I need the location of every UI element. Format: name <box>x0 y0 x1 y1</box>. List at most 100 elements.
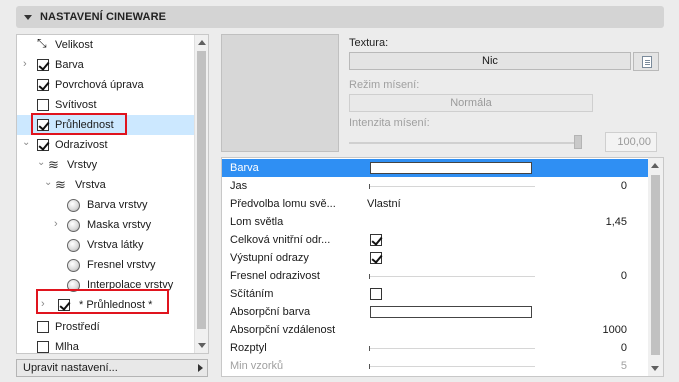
property-row-jas[interactable]: Jas 0 <box>222 177 649 195</box>
property-name: Barva <box>230 162 259 174</box>
property-slider[interactable] <box>369 184 535 189</box>
property-value[interactable]: 1,45 <box>606 216 627 228</box>
tree-item-vrstva[interactable]: ⌄ ≋ Vrstva <box>17 175 195 195</box>
section-header[interactable]: NASTAVENÍ CINEWARE <box>16 6 664 28</box>
tree-item-label: Prostředí <box>55 321 100 333</box>
property-row-vystupni-odrazy[interactable]: Výstupní odrazy <box>222 249 649 267</box>
tree-item-label: Velikost <box>55 39 93 51</box>
property-slider[interactable] <box>369 364 535 369</box>
tree-item-svitivost[interactable]: Svítivost <box>17 95 195 115</box>
property-row-absorpcni-vzdalenost[interactable]: Absorpční vzdálenost 1000 <box>222 321 649 339</box>
property-row-predvolba-lomu[interactable]: Předvolba lomu svě... Vlastní <box>222 195 649 213</box>
property-value[interactable]: 1000 <box>603 324 627 336</box>
edit-settings-button[interactable]: Upravit nastavení... <box>16 359 208 377</box>
chevron-down-icon[interactable]: ⌄ <box>44 178 52 188</box>
checkbox[interactable] <box>37 341 49 353</box>
property-slider[interactable] <box>369 346 535 351</box>
tree-item-label: Povrchová úprava <box>55 79 144 91</box>
chevron-down-icon[interactable]: ⌄ <box>37 158 45 168</box>
texture-value: Nic <box>482 55 498 67</box>
tree-item-povrchova-uprava[interactable]: Povrchová úprava <box>17 75 195 95</box>
channel-tree-list: ⤡ Velikost › Barva Povrchová úprava Svít… <box>17 35 195 353</box>
checkbox[interactable] <box>37 79 49 91</box>
property-row-min-vzorku[interactable]: Min vzorků 5 <box>222 357 649 375</box>
checkbox[interactable] <box>37 99 49 111</box>
collapse-triangle-icon[interactable] <box>24 14 32 20</box>
property-row-rozptyl[interactable]: Rozptyl 0 <box>222 339 649 357</box>
tree-item-velikost[interactable]: ⤡ Velikost <box>17 35 195 55</box>
property-row-scitanim[interactable]: Sčítáním <box>222 285 649 303</box>
tree-item-label: Odrazivost <box>55 139 108 151</box>
highlight-box <box>31 113 127 135</box>
property-row-fresnel-odrazivost[interactable]: Fresnel odrazivost 0 <box>222 267 649 285</box>
color-swatch[interactable] <box>370 162 532 174</box>
texture-selector-button[interactable]: Nic <box>349 52 631 70</box>
texture-browse-button[interactable] <box>633 52 659 71</box>
tree-item-label: Barva <box>55 59 84 71</box>
blend-mode-value: Normála <box>450 97 492 109</box>
property-row-celkova-vnitrni[interactable]: Celková vnitřní odr... <box>222 231 649 249</box>
tree-item-barva[interactable]: › Barva <box>17 55 195 75</box>
tree-item-label: Vrstva <box>75 179 106 191</box>
property-row-lom-svetla[interactable]: Lom světla 1,45 <box>222 213 649 231</box>
scroll-up-icon[interactable] <box>651 163 659 168</box>
scroll-down-icon[interactable] <box>198 343 206 348</box>
property-name: Výstupní odrazy <box>230 252 309 264</box>
highlight-box <box>36 289 169 314</box>
cineware-settings-panel: NASTAVENÍ CINEWARE ⤡ Velikost › Barva Po… <box>0 0 679 382</box>
property-value[interactable]: 0 <box>621 342 627 354</box>
property-checkbox[interactable] <box>370 288 382 300</box>
checkbox[interactable] <box>37 139 49 151</box>
tree-item-label: Vrstva látky <box>87 239 144 251</box>
property-name: Předvolba lomu svě... <box>230 198 336 210</box>
chevron-down-icon[interactable]: ⌄ <box>22 138 30 148</box>
property-value[interactable]: 0 <box>621 270 627 282</box>
property-checkbox[interactable] <box>370 234 382 246</box>
property-name: Rozptyl <box>230 342 267 354</box>
property-checkbox[interactable] <box>370 252 382 264</box>
blend-intensity-value: 100,00 <box>617 136 651 148</box>
chevron-right-icon[interactable]: › <box>54 219 62 230</box>
color-swatch[interactable] <box>370 306 532 318</box>
tree-scrollbar[interactable] <box>194 35 208 353</box>
tree-item-fresnel-vrstvy[interactable]: Fresnel vrstvy <box>17 255 195 275</box>
property-value[interactable]: 0 <box>621 180 627 192</box>
tree-item-prostredi[interactable]: Prostředí <box>17 317 195 337</box>
scroll-up-icon[interactable] <box>198 40 206 45</box>
section-title: NASTAVENÍ CINEWARE <box>40 11 167 23</box>
property-row-absorpcni-barva[interactable]: Absorpční barva <box>222 303 649 321</box>
blend-intensity-field[interactable]: 100,00 <box>605 132 657 152</box>
scroll-down-icon[interactable] <box>651 366 659 371</box>
checkbox[interactable] <box>37 59 49 71</box>
property-name: Min vzorků <box>230 360 284 372</box>
properties-scrollbar[interactable] <box>648 158 663 376</box>
property-name: Absorpční vzdálenost <box>230 324 336 336</box>
property-value[interactable]: Vlastní <box>367 198 401 210</box>
radio-sphere-icon <box>67 219 80 232</box>
chevron-right-icon[interactable]: › <box>23 59 31 70</box>
tree-item-label: Maska vrstvy <box>87 219 152 231</box>
property-row-barva[interactable]: Barva <box>222 159 649 177</box>
tree-item-label: Fresnel vrstvy <box>87 259 156 271</box>
checkbox[interactable] <box>37 321 49 333</box>
blend-mode-dropdown[interactable]: Normála <box>349 94 593 112</box>
tree-item-maska-vrstvy[interactable]: › Maska vrstvy <box>17 215 195 235</box>
property-value[interactable]: 5 <box>621 360 627 372</box>
blend-intensity-slider-thumb[interactable] <box>574 135 582 149</box>
tree-item-vrstva-latky[interactable]: Vrstva látky <box>17 235 195 255</box>
property-name: Absorpční barva <box>230 306 311 318</box>
tree-item-label: Mlha <box>55 341 79 353</box>
property-name: Fresnel odrazivost <box>230 270 320 282</box>
property-slider[interactable] <box>369 274 535 279</box>
tree-item-vrstvy[interactable]: ⌄ ≋ Vrstvy <box>17 155 195 175</box>
scroll-thumb[interactable] <box>651 175 660 355</box>
scroll-thumb[interactable] <box>197 51 206 329</box>
tree-item-mlha[interactable]: Mlha <box>17 337 195 353</box>
tree-item-barva-vrstvy[interactable]: Barva vrstvy <box>17 195 195 215</box>
blend-intensity-slider-track[interactable] <box>349 142 581 144</box>
texture-preview <box>221 34 339 152</box>
properties-table: Barva Jas 0 Předvolba lomu svě... Vlastn… <box>221 157 664 377</box>
chevron-right-icon <box>198 364 203 372</box>
texture-label: Textura: <box>349 37 389 49</box>
tree-item-odrazivost[interactable]: ⌄ Odrazivost <box>17 135 195 155</box>
